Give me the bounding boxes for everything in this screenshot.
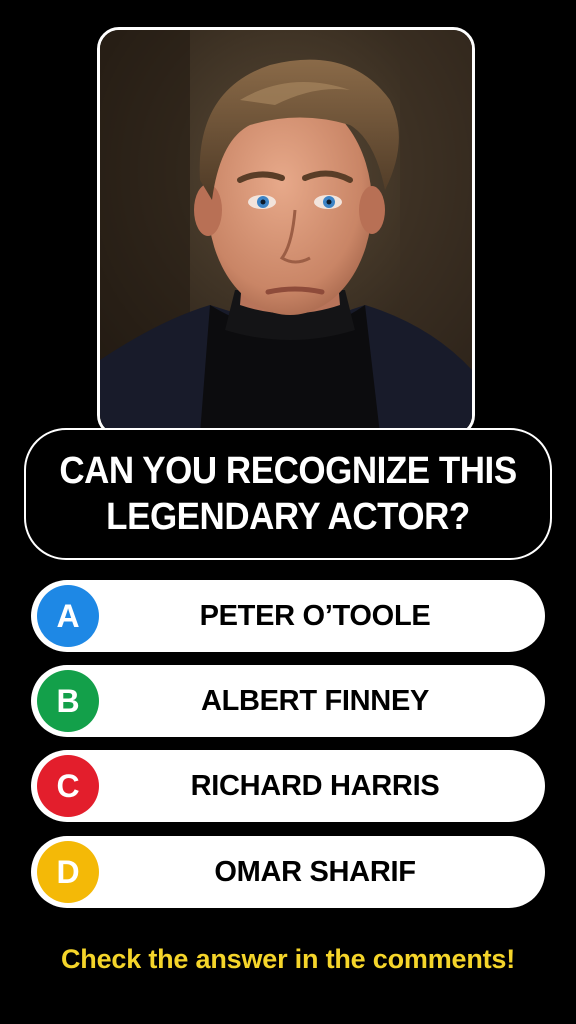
answer-label-c: RICHARD HARRIS xyxy=(190,770,440,802)
answer-badge-a: A xyxy=(37,585,99,647)
footer-prompt: Check the answer in the comments! xyxy=(60,944,516,974)
question-line-1: CAN YOU RECOGNIZE THIS xyxy=(59,450,517,492)
actor-portrait-image xyxy=(97,27,475,437)
answer-option-c[interactable]: C RICHARD HARRIS xyxy=(31,750,545,822)
answer-badge-b: B xyxy=(37,670,99,732)
answer-label-d: OMAR SHARIF xyxy=(214,856,416,888)
answer-option-d[interactable]: D OMAR SHARIF xyxy=(31,836,545,908)
portrait-illustration xyxy=(100,30,472,434)
answer-label-a: PETER O’TOOLE xyxy=(199,600,431,632)
answer-option-b[interactable]: B ALBERT FINNEY xyxy=(31,665,545,737)
question-line-2: LEGENDARY ACTOR? xyxy=(106,496,470,538)
answer-badge-c: C xyxy=(37,755,99,817)
answer-badge-d: D xyxy=(37,841,99,903)
answer-option-a[interactable]: A PETER O’TOOLE xyxy=(31,580,545,652)
answer-label-b: ALBERT FINNEY xyxy=(200,685,430,717)
question-card: CAN YOU RECOGNIZE THIS LEGENDARY ACTOR? xyxy=(24,428,552,560)
question-text: CAN YOU RECOGNIZE THIS LEGENDARY ACTOR? xyxy=(47,448,529,540)
